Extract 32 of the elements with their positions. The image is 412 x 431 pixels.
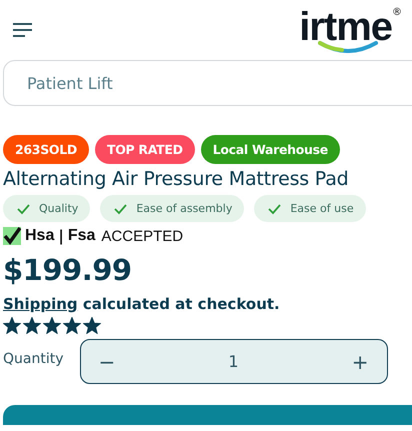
badge: 263SOLD (3, 135, 89, 164)
badge: TOP RATED (94, 135, 195, 164)
increase-button[interactable]: + (344, 350, 376, 374)
quantity-value: 1 (228, 352, 239, 371)
check-icon (268, 202, 282, 214)
product-title: Alternating Air Pressure Mattress Pad (3, 168, 350, 190)
decrease-button[interactable]: − (90, 350, 124, 374)
shipping-link[interactable]: Shipping (3, 295, 78, 313)
star-icon (83, 317, 101, 334)
separator-text: | (58, 227, 64, 245)
quantity-label: Quantity (3, 351, 64, 367)
feature-chip: Quality (3, 195, 90, 222)
check-icon (17, 202, 31, 214)
star-icon (23, 317, 41, 334)
star-icon (3, 317, 21, 334)
feature-chip: Ease of assembly (100, 195, 244, 222)
accepted-text: ACCEPTED (101, 228, 184, 244)
star-icon (43, 317, 61, 334)
search-field[interactable]: Patient Lift (3, 60, 412, 106)
price: $199.99 (3, 253, 133, 287)
feature-chip: Ease of use (254, 195, 366, 222)
menu-icon[interactable] (12, 22, 33, 38)
fsa-text: Fsa (68, 227, 96, 245)
badge: Local Warehouse (200, 135, 340, 164)
shipping-note: Shipping calculated at checkout. (3, 295, 281, 313)
logo[interactable]: irtme (299, 5, 392, 49)
smile-swoosh-icon (318, 41, 378, 53)
star-icon (63, 317, 81, 334)
check-icon (3, 227, 21, 245)
registered-mark: ® (392, 7, 402, 18)
hsa-text: Hsa (25, 227, 54, 245)
check-icon (114, 202, 128, 214)
